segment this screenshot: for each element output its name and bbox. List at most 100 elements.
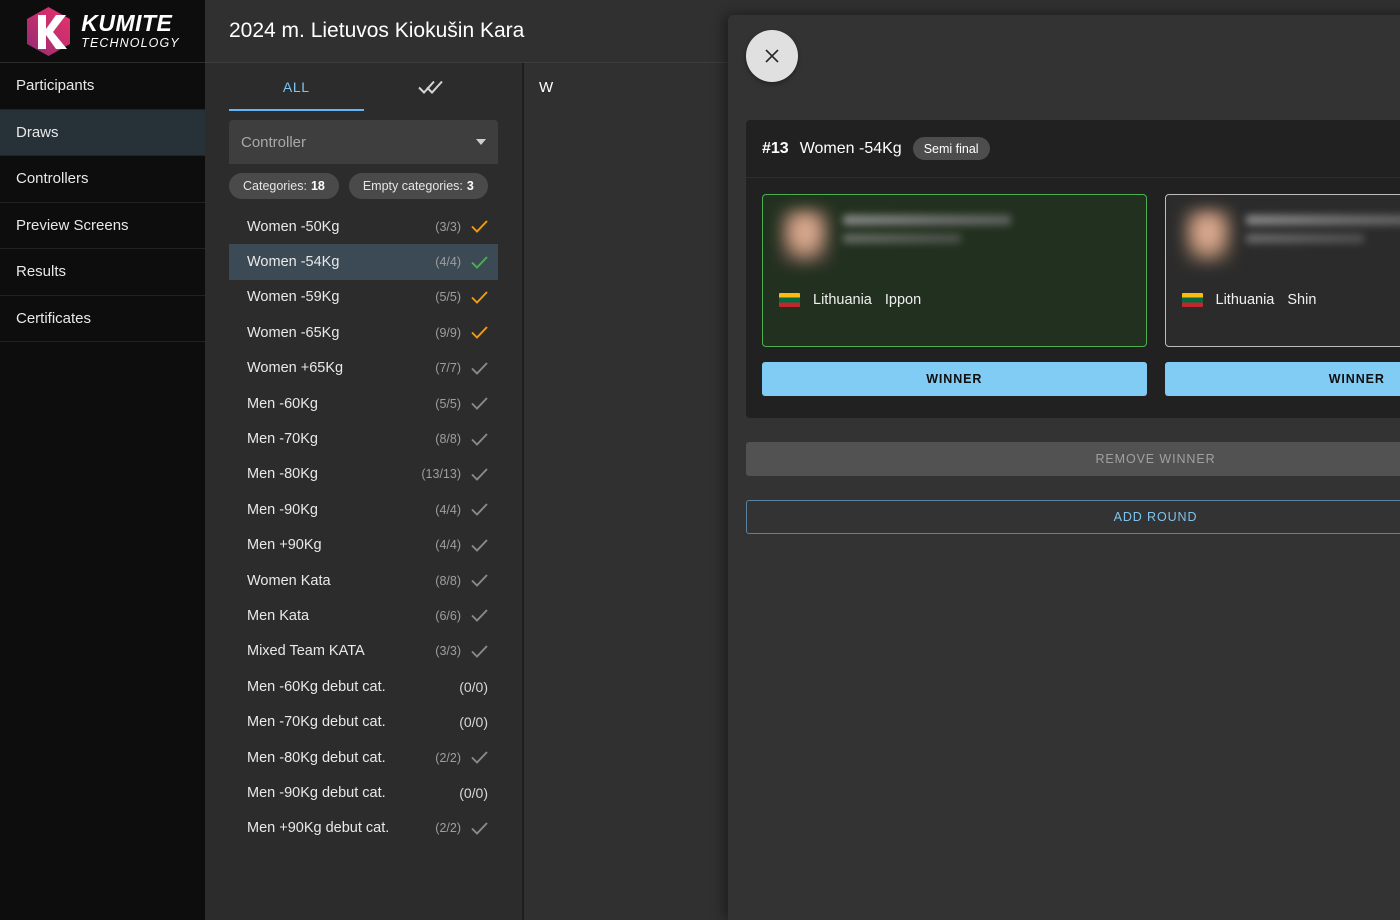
- remove-winner-button[interactable]: REMOVE WINNER: [746, 442, 1400, 476]
- category-row[interactable]: Men -60Kg(5/5): [229, 386, 498, 421]
- fighter-name-redacted: [1246, 215, 1400, 225]
- check-icon: [471, 574, 488, 587]
- category-participant-count: (4/4): [435, 255, 461, 269]
- category-participant-count: (4/4): [435, 538, 461, 552]
- category-row[interactable]: Men +90Kg debut cat.(2/2): [229, 811, 498, 846]
- category-name: Women -50Kg: [247, 219, 435, 235]
- sidebar-item-label: Controllers: [16, 170, 89, 187]
- category-name: Women +65Kg: [247, 360, 435, 376]
- check-icon: [471, 220, 488, 233]
- fighter-card[interactable]: LithuaniaShin: [1165, 194, 1400, 347]
- check-icon: [471, 362, 488, 375]
- fighter-meta: LithuaniaIppon: [779, 292, 921, 308]
- fighter-country: Lithuania: [813, 292, 872, 308]
- check-icon: [471, 503, 488, 516]
- sidebar-item-draws[interactable]: Draws: [0, 110, 205, 157]
- category-name: Mixed Team KATA: [247, 643, 435, 659]
- category-stats-chips: Categories:18 Empty categories:3: [229, 173, 498, 199]
- tab-completed[interactable]: [364, 63, 499, 111]
- winner-button[interactable]: WINNER: [762, 362, 1147, 396]
- category-row[interactable]: Mixed Team KATA(3/3): [229, 634, 498, 669]
- category-row[interactable]: Men -80Kg debut cat.(2/2): [229, 740, 498, 775]
- page-title: 2024 m. Lietuvos Kiokušin Kara: [229, 19, 524, 43]
- category-name: Women -54Kg: [247, 254, 435, 270]
- category-participant-count: (13/13): [421, 467, 461, 481]
- check-icon: [471, 468, 488, 481]
- fighter-identity: [779, 209, 1130, 265]
- close-modal-button[interactable]: [746, 30, 798, 82]
- category-name: Men -70Kg debut cat.: [247, 714, 459, 730]
- check-icon: [471, 609, 488, 622]
- category-row[interactable]: Women -65Kg(9/9): [229, 315, 498, 350]
- category-name: Women -59Kg: [247, 289, 435, 305]
- sidebar-item-controllers[interactable]: Controllers: [0, 156, 205, 203]
- sidebar-item-label: Results: [16, 263, 66, 280]
- add-round-button[interactable]: ADD ROUND: [746, 500, 1400, 534]
- category-name: Men -70Kg: [247, 431, 435, 447]
- sidebar-item-preview-screens[interactable]: Preview Screens: [0, 203, 205, 250]
- sidebar-item-label: Draws: [16, 124, 59, 141]
- category-row[interactable]: Women Kata(8/8): [229, 563, 498, 598]
- brand-name: KUMITE: [81, 12, 180, 35]
- category-name: Men +90Kg: [247, 537, 435, 553]
- category-row[interactable]: Women +65Kg(7/7): [229, 351, 498, 386]
- category-name: Men -60Kg debut cat.: [247, 679, 459, 695]
- category-row[interactable]: Men -90Kg(4/4): [229, 492, 498, 527]
- category-row[interactable]: Men Kata(6/6): [229, 598, 498, 633]
- categories-tabs: ALL: [229, 63, 498, 111]
- category-row[interactable]: Men +90Kg(4/4): [229, 528, 498, 563]
- category-name: Men Kata: [247, 608, 435, 624]
- category-participant-count: (5/5): [435, 397, 461, 411]
- match-category: Women -54Kg: [800, 140, 902, 158]
- check-icon: [471, 256, 488, 269]
- tab-active-indicator: [229, 109, 364, 111]
- fighter-name-block: [843, 209, 1011, 265]
- category-row[interactable]: Women -50Kg(3/3): [229, 209, 498, 244]
- match-header: #13 Women -54Kg Semi final: [746, 120, 1400, 178]
- check-icon: [471, 326, 488, 339]
- app-root: KUMITE TECHNOLOGY Participants Draws Contr…: [0, 0, 1400, 920]
- sidebar-item-results[interactable]: Results: [0, 249, 205, 296]
- category-row[interactable]: Men -80Kg(13/13): [229, 457, 498, 492]
- check-icon: [471, 433, 488, 446]
- chevron-down-icon: [476, 139, 486, 145]
- flag-lithuania-icon: [1182, 293, 1203, 307]
- sidebar-item-certificates[interactable]: Certificates: [0, 296, 205, 343]
- chip-categories-count[interactable]: Categories:18: [229, 173, 339, 199]
- brand-tagline: TECHNOLOGY: [81, 37, 180, 50]
- category-row[interactable]: Men -70Kg debut cat.(0/0): [229, 704, 498, 739]
- brand-logo[interactable]: KUMITE TECHNOLOGY: [0, 0, 205, 63]
- category-row[interactable]: Men -90Kg debut cat.(0/0): [229, 775, 498, 810]
- category-participant-count: (8/8): [435, 432, 461, 446]
- winner-buttons-row: WINNER WINNER: [746, 347, 1400, 396]
- check-icon: [471, 751, 488, 764]
- sidebar-item-participants[interactable]: Participants: [0, 63, 205, 110]
- fighter-card[interactable]: LithuaniaIppon: [762, 194, 1147, 347]
- fighter-club-redacted: [1246, 234, 1364, 243]
- category-row[interactable]: Men -70Kg(8/8): [229, 421, 498, 456]
- match-stage-badge: Semi final: [913, 137, 990, 160]
- category-participant-count: (7/7): [435, 361, 461, 375]
- tab-all[interactable]: ALL: [229, 63, 364, 111]
- fighter-name-block: [1246, 209, 1400, 265]
- category-name: Men -90Kg debut cat.: [247, 785, 459, 801]
- category-name: Men -60Kg: [247, 396, 435, 412]
- chip-value: 3: [467, 179, 474, 193]
- check-icon: [471, 397, 488, 410]
- sidebar: KUMITE TECHNOLOGY Participants Draws Contr…: [0, 0, 205, 920]
- controller-select[interactable]: Controller: [229, 120, 498, 164]
- category-participant-count: (8/8): [435, 574, 461, 588]
- category-row[interactable]: Men -60Kg debut cat.(0/0): [229, 669, 498, 704]
- category-name: Men +90Kg debut cat.: [247, 820, 435, 836]
- category-participant-count: (2/2): [435, 821, 461, 835]
- category-row[interactable]: Women -59Kg(5/5): [229, 280, 498, 315]
- chip-empty-categories-count[interactable]: Empty categories:3: [349, 173, 488, 199]
- double-check-icon: [418, 80, 444, 94]
- sidebar-nav: Participants Draws Controllers Preview Scre…: [0, 63, 205, 342]
- category-participant-count: (4/4): [435, 503, 461, 517]
- category-participant-count: (6/6): [435, 609, 461, 623]
- winner-button[interactable]: WINNER: [1165, 362, 1400, 396]
- draws-left-divider: [523, 63, 524, 920]
- match-number: #13: [762, 140, 789, 158]
- category-row[interactable]: Women -54Kg(4/4): [229, 244, 498, 279]
